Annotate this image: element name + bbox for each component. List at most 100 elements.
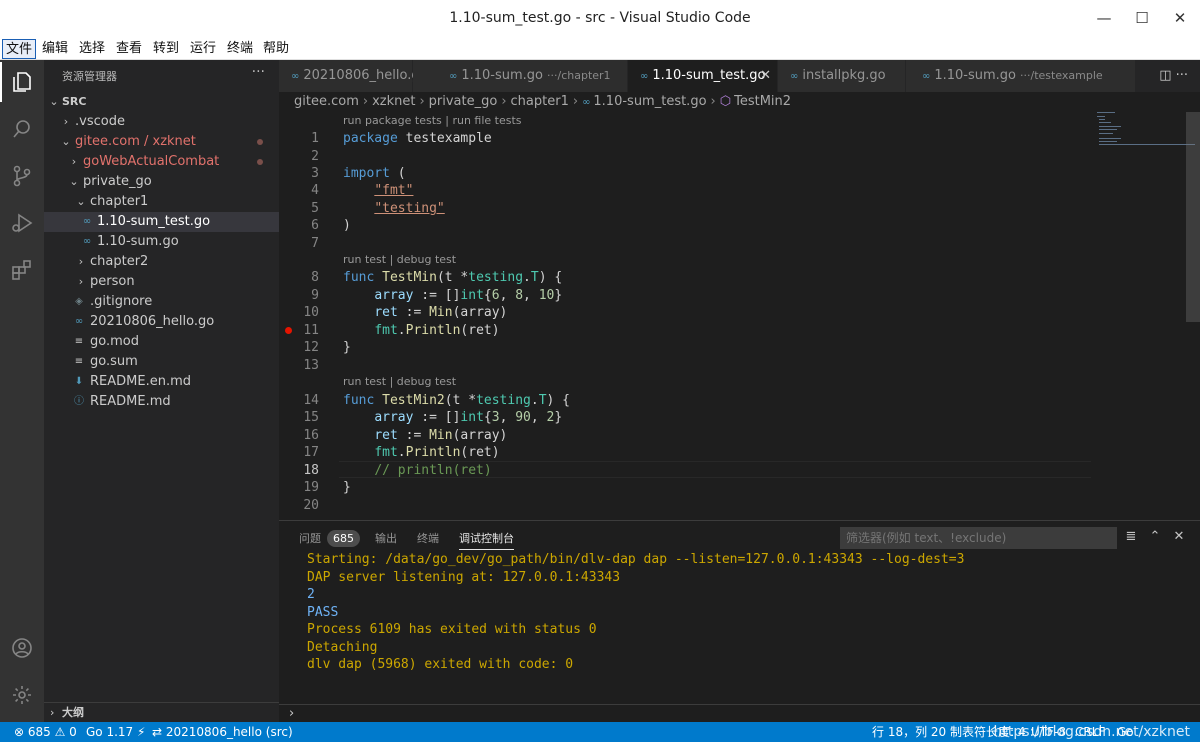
tree-item-sum-go[interactable]: ∞ 1.10-sum.go: [44, 232, 279, 252]
tree-label: .gitignore: [90, 294, 153, 309]
line-number: 19: [303, 480, 319, 495]
code-line: ret := Min(array): [374, 305, 508, 320]
close-panel-icon[interactable]: ✕: [1170, 529, 1188, 544]
menu-help[interactable]: 帮助: [260, 39, 292, 59]
line-number: 12: [303, 340, 319, 355]
breadcrumb-item[interactable]: TestMin2: [734, 94, 791, 109]
problems-count-badge: 685: [327, 530, 360, 547]
title-bar: 1.10-sum_test.go - src - Visual Studio C…: [0, 0, 1200, 38]
tree-label: person: [90, 274, 135, 289]
bottom-panel: 问题685 输出 终端 调试控制台 ≣ ⌃ ✕ Starting: /data/…: [279, 520, 1200, 722]
tree-item-go-mod[interactable]: ≡ go.mod: [44, 332, 279, 352]
tree-item-chapter1[interactable]: ⌄ chapter1: [44, 192, 279, 212]
debug-config-status[interactable]: ⇄ 20210806_hello (src): [152, 722, 293, 742]
breadcrumb-item[interactable]: private_go: [429, 94, 498, 109]
tree-item-readme-en[interactable]: ⬇ README.en.md: [44, 372, 279, 392]
chevron-right-icon: ›: [78, 275, 84, 288]
tree-label: go.mod: [90, 334, 139, 349]
tree-item-hello-go[interactable]: ∞ 20210806_hello.go: [44, 312, 279, 332]
line-number: 17: [303, 445, 319, 460]
menu-run[interactable]: 运行: [187, 39, 219, 59]
tab-sum-go-testexample[interactable]: ∞ 1.10-sum.go ···/testexample: [906, 60, 1136, 92]
chevron-right-icon: ›: [78, 255, 84, 268]
more-actions-icon[interactable]: ···: [252, 64, 265, 80]
active-view-indicator: [0, 62, 2, 102]
code-line: array := []int{6, 8, 10}: [374, 288, 563, 303]
code-line: func TestMin(t *testing.T) {: [343, 270, 563, 285]
tab-sum-go-chapter1[interactable]: ∞ 1.10-sum.go ···/chapter1: [413, 60, 628, 92]
chevron-right-icon: ›: [63, 115, 69, 128]
minimap[interactable]: [1091, 112, 1195, 152]
console-line: Detaching: [307, 639, 378, 655]
breadcrumb-item[interactable]: 1.10-sum_test.go: [593, 94, 706, 109]
codelens-test-min2[interactable]: run test | debug test: [343, 374, 456, 390]
breadcrumb-item[interactable]: xzknet: [372, 94, 415, 109]
run-debug-icon[interactable]: [7, 208, 37, 238]
tab-problems[interactable]: 问题 685: [299, 528, 360, 550]
code-editor[interactable]: run package tests | run file tests run t…: [279, 112, 1200, 520]
markdown-download-icon: ⬇: [74, 376, 84, 387]
go-version-status[interactable]: Go 1.17 ⚡: [86, 722, 145, 742]
breakpoint-icon[interactable]: [285, 327, 292, 334]
minimize-button[interactable]: —: [1094, 8, 1114, 28]
menu-file[interactable]: 文件: [2, 39, 37, 59]
menu-edit[interactable]: 编辑: [39, 39, 71, 59]
editor-scrollbar[interactable]: [1186, 112, 1200, 322]
tree-item-gowebactualcombat[interactable]: › goWebActualCombat: [44, 152, 279, 172]
menu-go[interactable]: 转到: [150, 39, 182, 59]
codelens-test-min[interactable]: run test | debug test: [343, 252, 456, 268]
tree-item-vscode[interactable]: › .vscode: [44, 112, 279, 132]
tree-label: go.sum: [90, 354, 138, 369]
maximize-panel-icon[interactable]: ⌃: [1146, 529, 1164, 544]
tab-installpkg-go[interactable]: ∞ installpkg.go: [778, 60, 906, 92]
tree-item-sum-test-go[interactable]: ∞ 1.10-sum_test.go: [44, 212, 279, 232]
tree-item-readme[interactable]: ⓘ README.md: [44, 392, 279, 412]
console-line: 2: [307, 587, 315, 602]
line-number: 2: [311, 149, 319, 164]
menu-terminal[interactable]: 终端: [224, 39, 256, 59]
extensions-icon[interactable]: [7, 255, 37, 285]
close-window-button[interactable]: ✕: [1170, 8, 1190, 28]
cursor-position-status[interactable]: 行 18，列 20: [872, 722, 946, 742]
tab-debug-console[interactable]: 调试控制台: [459, 528, 514, 550]
split-editor-icon[interactable]: ◫ ···: [1159, 68, 1188, 83]
outline-section[interactable]: › 大纲: [44, 702, 279, 722]
clear-console-icon[interactable]: ≣: [1122, 529, 1140, 544]
code-line: fmt.Println(ret): [374, 445, 500, 460]
tree-root-src[interactable]: ⌄ SRC: [44, 92, 279, 112]
tree-item-private-go[interactable]: ⌄ private_go: [44, 172, 279, 192]
tree-label: .vscode: [75, 114, 125, 129]
tab-sum-test-go[interactable]: ∞ 1.10-sum_test.go ✕: [628, 60, 778, 92]
line-number: 9: [311, 288, 319, 303]
codelens-file-tests[interactable]: run package tests | run file tests: [343, 113, 522, 129]
breadcrumb-item[interactable]: gitee.com: [294, 94, 359, 109]
problems-status[interactable]: ⊗ 685 ⚠ 0: [14, 722, 77, 742]
tab-hello-go[interactable]: ∞ 20210806_hello.go: [279, 60, 428, 92]
tree-item-gitee[interactable]: ⌄ gitee.com / xzknet: [44, 132, 279, 152]
settings-gear-icon[interactable]: [7, 680, 37, 710]
code-line: fmt.Println(ret): [374, 323, 500, 338]
filter-input[interactable]: [840, 527, 1117, 549]
tree-item-person[interactable]: › person: [44, 272, 279, 292]
tree-item-chapter2[interactable]: › chapter2: [44, 252, 279, 272]
tab-terminal[interactable]: 终端: [417, 528, 439, 550]
explorer-icon[interactable]: [7, 67, 37, 97]
account-icon[interactable]: [7, 633, 37, 663]
tree-label: SRC: [62, 95, 87, 108]
breadcrumb-item[interactable]: chapter1: [511, 94, 569, 109]
tree-item-go-sum[interactable]: ≡ go.sum: [44, 352, 279, 372]
outline-title: 大纲: [62, 706, 84, 719]
breadcrumb-sep-icon: ›: [572, 94, 579, 109]
repl-input[interactable]: ›: [279, 704, 1200, 723]
tree-label: 1.10-sum_test.go: [97, 214, 211, 229]
menu-selection[interactable]: 选择: [76, 39, 108, 59]
tab-output[interactable]: 输出: [375, 528, 397, 550]
tree-label: chapter2: [90, 254, 149, 269]
menu-view[interactable]: 查看: [113, 39, 145, 59]
close-tab-icon[interactable]: ✕: [760, 60, 771, 92]
search-icon[interactable]: [7, 114, 37, 144]
go-file-icon: ∞: [291, 71, 300, 82]
tree-item-gitignore[interactable]: ◈ .gitignore: [44, 292, 279, 312]
maximize-button[interactable]: ☐: [1132, 8, 1152, 28]
source-control-icon[interactable]: [7, 161, 37, 191]
